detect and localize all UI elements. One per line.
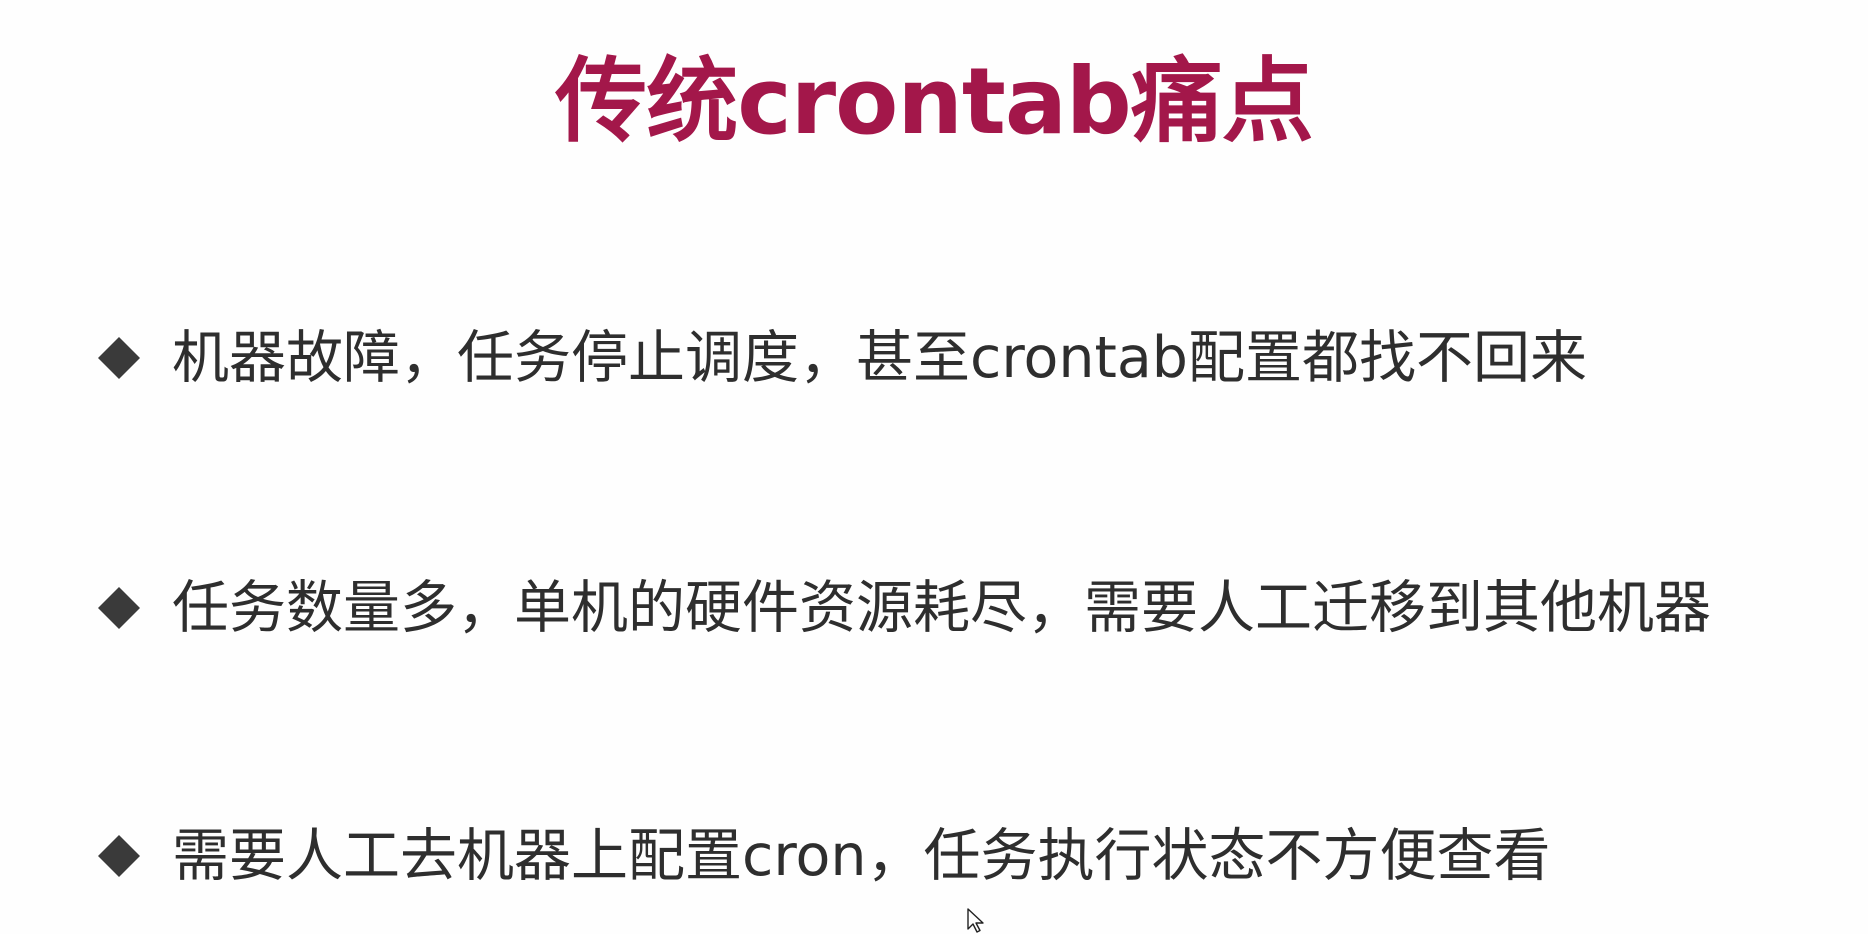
bullet-item: 任务数量多，单机的硬件资源耗尽，需要人工迁移到其他机器 bbox=[96, 568, 1711, 648]
bullet-text: 任务数量多，单机的硬件资源耗尽，需要人工迁移到其他机器 bbox=[172, 575, 1711, 641]
slide-title: 传统crontab痛点 bbox=[555, 48, 1314, 155]
bullet-item: 需要人工去机器上配置cron，任务执行状态不方便查看 bbox=[96, 816, 1551, 896]
diamond-bullet-icon bbox=[96, 833, 142, 879]
diamond-bullet-icon bbox=[96, 335, 142, 381]
bullet-text: 需要人工去机器上配置cron，任务执行状态不方便查看 bbox=[172, 823, 1551, 889]
mouse-pointer-icon bbox=[966, 908, 986, 934]
bullet-item: 机器故障，任务停止调度，甚至crontab配置都找不回来 bbox=[96, 318, 1587, 398]
diamond-bullet-icon bbox=[96, 585, 142, 631]
bullet-text: 机器故障，任务停止调度，甚至crontab配置都找不回来 bbox=[172, 325, 1587, 391]
slide: 传统crontab痛点 机器故障，任务停止调度，甚至crontab配置都找不回来… bbox=[0, 0, 1868, 934]
